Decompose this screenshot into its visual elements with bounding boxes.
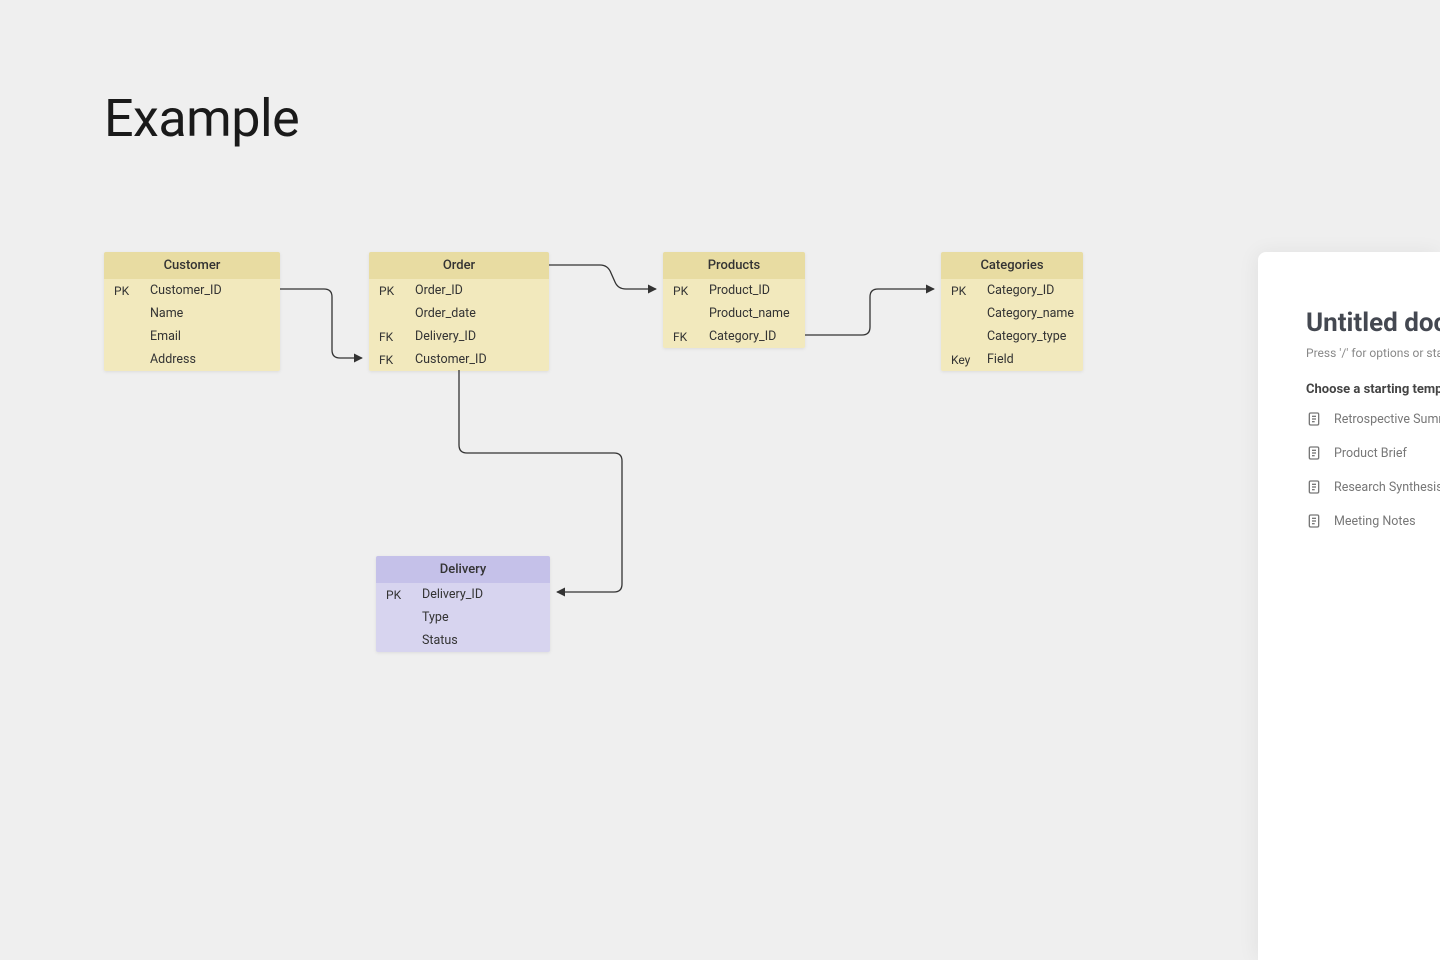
entity-field: Order_ID: [415, 283, 539, 298]
entity-row: FK Delivery_ID: [369, 325, 549, 348]
entity-row: PK Product_ID: [663, 279, 805, 302]
entity-field: Type: [422, 610, 540, 625]
template-label: Meeting Notes: [1334, 514, 1416, 529]
entity-field: Category_name: [987, 306, 1074, 321]
entity-key: FK: [379, 330, 407, 344]
entity-key: PK: [114, 284, 142, 298]
entity-row: Type: [376, 606, 550, 629]
entity-row: Status: [376, 629, 550, 652]
entity-row: Category_type: [941, 325, 1083, 348]
entity-row: PK Order_ID: [369, 279, 549, 302]
entity-field: Field: [987, 352, 1073, 367]
entity-customer[interactable]: Customer PK Customer_ID Name Email Addres…: [104, 252, 280, 371]
entity-delivery-header: Delivery: [376, 556, 550, 583]
entity-field: Delivery_ID: [422, 587, 540, 602]
template-item-retro[interactable]: Retrospective Summar: [1306, 411, 1440, 427]
entity-row: Email: [104, 325, 280, 348]
entity-key: PK: [379, 284, 407, 298]
template-item-research[interactable]: Research Synthesis: [1306, 479, 1440, 495]
entity-customer-header: Customer: [104, 252, 280, 279]
entity-row: PK Delivery_ID: [376, 583, 550, 606]
document-icon: [1306, 411, 1322, 427]
entity-field: Category_ID: [709, 329, 795, 344]
entity-categories[interactable]: Categories PK Category_ID Category_name C…: [941, 252, 1083, 371]
entity-key: PK: [951, 284, 979, 298]
entity-row: Address: [104, 348, 280, 371]
entity-categories-header: Categories: [941, 252, 1083, 279]
entity-row: Category_name: [941, 302, 1083, 325]
document-icon: [1306, 479, 1322, 495]
entity-field: Customer_ID: [415, 352, 539, 367]
template-item-brief[interactable]: Product Brief: [1306, 445, 1440, 461]
entity-row: Order_date: [369, 302, 549, 325]
entity-field: Customer_ID: [150, 283, 270, 298]
document-icon: [1306, 513, 1322, 529]
template-label: Retrospective Summar: [1334, 412, 1440, 427]
entity-field: Delivery_ID: [415, 329, 539, 344]
document-icon: [1306, 445, 1322, 461]
entity-key: PK: [673, 284, 701, 298]
entity-products-header: Products: [663, 252, 805, 279]
entity-products[interactable]: Products PK Product_ID Product_name FK Cat…: [663, 252, 805, 348]
entity-field: Address: [150, 352, 270, 367]
entity-key: PK: [386, 588, 414, 602]
entity-row: Key Field: [941, 348, 1083, 371]
template-label: Product Brief: [1334, 446, 1407, 461]
template-label: Research Synthesis: [1334, 480, 1440, 495]
entity-row: PK Customer_ID: [104, 279, 280, 302]
entity-key: FK: [673, 330, 701, 344]
side-panel-hint: Press '/' for options or start w: [1306, 346, 1440, 360]
entity-key: Key: [951, 353, 979, 367]
entity-delivery[interactable]: Delivery PK Delivery_ID Type Status: [376, 556, 550, 652]
entity-field: Product_name: [709, 306, 795, 321]
entity-field: Category_type: [987, 329, 1073, 344]
entity-field: Product_ID: [709, 283, 795, 298]
entity-field: Email: [150, 329, 270, 344]
entity-row: FK Customer_ID: [369, 348, 549, 371]
entity-row: Name: [104, 302, 280, 325]
entity-field: Status: [422, 633, 540, 648]
page-title: Example: [104, 88, 299, 149]
entity-order[interactable]: Order PK Order_ID Order_date FK Delivery_I…: [369, 252, 549, 371]
entity-key: FK: [379, 353, 407, 367]
side-panel[interactable]: Untitled doc Press '/' for options or st…: [1258, 252, 1440, 960]
entity-field: Name: [150, 306, 270, 321]
entity-order-header: Order: [369, 252, 549, 279]
entity-row: PK Category_ID: [941, 279, 1083, 302]
entity-row: Product_name: [663, 302, 805, 325]
side-panel-subhead: Choose a starting templa: [1306, 382, 1440, 397]
template-list: Retrospective Summar Product Brief Resea…: [1306, 411, 1440, 529]
entity-row: FK Category_ID: [663, 325, 805, 348]
entity-field: Category_ID: [987, 283, 1073, 298]
side-panel-title: Untitled doc: [1306, 308, 1440, 338]
diagram-canvas[interactable]: Example Customer PK Customer_ID Name Emai…: [0, 0, 1440, 960]
template-item-notes[interactable]: Meeting Notes: [1306, 513, 1440, 529]
entity-field: Order_date: [415, 306, 539, 321]
